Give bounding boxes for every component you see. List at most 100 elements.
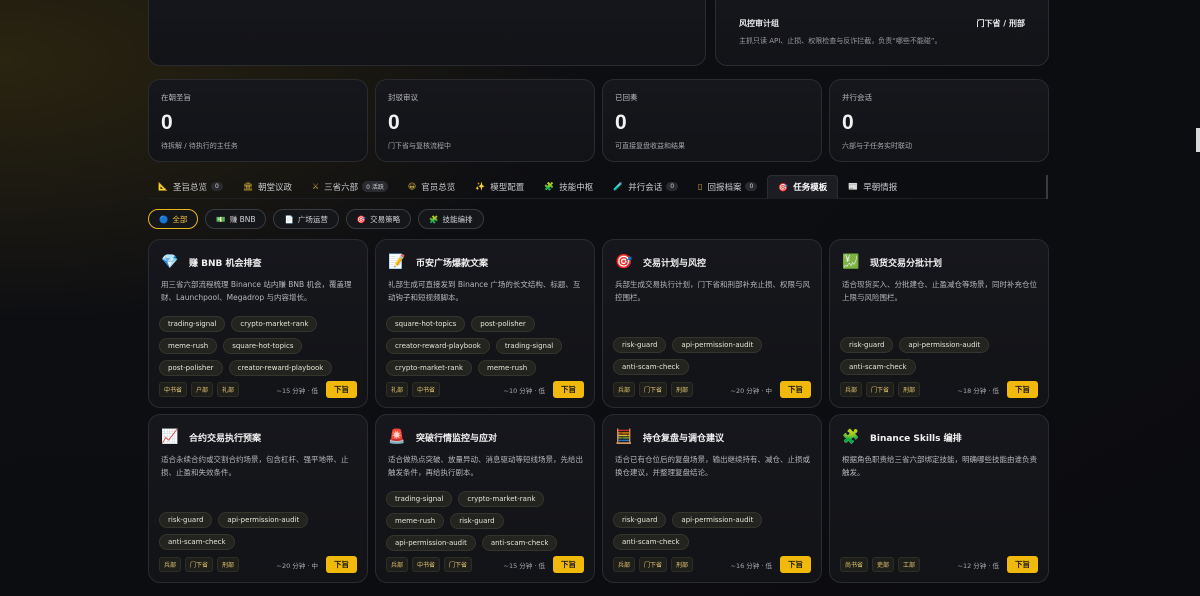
skill-tag: risk-guard <box>159 512 213 528</box>
stat-card-review: 封驳审议 0 门下省与复核流程中 <box>375 79 595 162</box>
stat-label: 并行会话 <box>842 93 872 102</box>
dept-tag: 吏部 <box>872 557 895 572</box>
template-card: 📝 币安广场爆款文案 礼部生成可直接发到 Binance 广场的长文结构、标题、… <box>375 239 595 408</box>
tab-label: 并行会话 <box>628 182 663 193</box>
dept-tag: 刑部 <box>217 557 240 572</box>
filter-earn-bnb[interactable]: 💵 赚 BNB <box>205 209 267 229</box>
dot-icon: 🔵 <box>159 214 169 224</box>
skill-tag: api-permission-audit <box>899 337 990 353</box>
card-title: 交易计划与风控 <box>643 258 707 269</box>
stat-desc: 待拆解 / 待执行的主任务 <box>161 142 238 150</box>
skill-tag: anti-scam-check <box>840 359 916 375</box>
tab-sessions[interactable]: 🧪 并行会话 0 <box>603 175 688 199</box>
skill-tag: risk-guard <box>450 513 504 529</box>
skill-tag: square-hot-topics <box>223 338 303 354</box>
tab-label: 任务模板 <box>793 183 828 193</box>
card-footer: 兵部 门下省 刑部 ~18 分钟 · 低 下旨 <box>840 381 1038 398</box>
template-filter-chips: 🔵 全部 💵 赚 BNB 📄 广场运营 🎯 交易策略 🧩 技能编排 <box>148 209 484 229</box>
card-header: 💎 赚 BNB 机会排查 <box>161 254 357 270</box>
card-footer: 兵部 门下省 刑部 ~20 分钟 · 中 下旨 <box>613 381 811 398</box>
stat-card-decrees: 在朝圣旨 0 待拆解 / 待执行的主任务 <box>148 79 368 162</box>
dept-tag: 门下省 <box>185 557 214 572</box>
issue-decree-button[interactable]: 下旨 <box>326 556 357 573</box>
skill-tag: creator-reward-playbook <box>228 360 333 376</box>
dept-tag: 户部 <box>191 382 214 397</box>
stat-desc: 六部与子任务实时联动 <box>842 142 912 150</box>
skill-tags: square-hot-topics post-polisher creator-re… <box>386 316 586 376</box>
filter-trading[interactable]: 🎯 交易策略 <box>345 209 412 229</box>
tab-departments[interactable]: ⚔ 三省六部 0 活跃 <box>302 175 398 199</box>
issue-decree-button[interactable]: 下旨 <box>780 556 811 573</box>
skill-tag: post-polisher <box>471 316 535 332</box>
card-footer: 兵部 门下省 刑部 ~16 分钟 · 低 下旨 <box>613 556 811 573</box>
template-card: 📈 合约交易执行预案 适合永续合约或交割合约场景，包含杠杆、强平地带、止损、止盈… <box>148 414 368 583</box>
tab-badge: 0 活跃 <box>362 181 388 192</box>
card-footer: 中书省 户部 礼部 ~15 分钟 · 低 下旨 <box>159 381 357 398</box>
template-card: 🎯 交易计划与风控 兵部生成交易执行计划，门下省和刑部补充止损、权限与风控围栏。… <box>602 239 822 408</box>
card-meta: ~10 分钟 · 低 <box>503 386 545 395</box>
tab-edicts[interactable]: 📐 圣旨总览 0 <box>148 175 233 199</box>
card-description: 适合已有仓位后的复盘场景，输出继续持有、减仓、止损或换仓建议，并整理复盘结论。 <box>615 455 810 477</box>
stat-card-sessions: 并行会话 0 六部与子任务实时联动 <box>829 79 1049 162</box>
memo-icon: 📝 <box>388 254 406 270</box>
card-description: 适合现货买入、分批建仓、止盈减仓等场景，同时补充仓位上限与风险围栏。 <box>842 280 1037 302</box>
tab-court[interactable]: 🏛 朝堂议政 <box>233 175 302 199</box>
filter-all[interactable]: 🔵 全部 <box>148 209 199 229</box>
issue-decree-button[interactable]: 下旨 <box>1007 556 1038 573</box>
skill-tag: creator-reward-playbook <box>386 338 490 354</box>
issue-decree-button[interactable]: 下旨 <box>326 381 357 398</box>
card-description: 适合做热点突破、放量异动、消息驱动等短线场景，先给出触发条件，再给执行剧本。 <box>388 455 583 477</box>
main-tabs: 📐 圣旨总览 0 🏛 朝堂议政 ⚔ 三省六部 0 活跃 😀 官员总览 ✨ 模型配置 🧩 技能中枢 🧪 并行会话… <box>148 174 1048 199</box>
overview-panel <box>148 0 706 66</box>
dept-tag: 刑部 <box>671 557 694 572</box>
skill-tag: api-permission-audit <box>672 512 763 528</box>
card-meta: ~20 分钟 · 中 <box>276 561 318 570</box>
dept-tag: 刑部 <box>671 382 694 397</box>
archive-icon: ▯ <box>698 182 703 191</box>
dept-tag: 兵部 <box>159 557 182 572</box>
issue-decree-button[interactable]: 下旨 <box>780 381 811 398</box>
document-icon: 📄 <box>284 214 294 224</box>
puzzle-icon: 🧩 <box>429 214 439 224</box>
tab-archive[interactable]: ▯ 回报档案 0 <box>688 175 767 199</box>
tab-badge: 0 <box>210 182 223 191</box>
card-description: 根据角色职责给三省六部绑定技能，明确哪些技能由谁负责触发。 <box>842 455 1037 477</box>
dept-tag: 礼部 <box>386 382 409 397</box>
dept-tag: 中书省 <box>412 382 441 397</box>
card-header: 🧮 持仓复盘与调仓建议 <box>615 429 811 445</box>
card-footer: 礼部 中书省 ~10 分钟 · 低 下旨 <box>386 381 584 398</box>
template-card: 💎 赚 BNB 机会排查 用三省六部流程梳理 Binance 站内赚 BNB 机… <box>148 239 368 408</box>
skill-tag: meme-rush <box>478 360 537 376</box>
skill-tag: meme-rush <box>159 338 218 354</box>
page-scrollbar[interactable] <box>1196 128 1200 152</box>
tab-officials[interactable]: 😀 官员总览 <box>398 175 465 199</box>
filter-skills[interactable]: 🧩 技能编排 <box>418 209 484 229</box>
dept-tag: 兵部 <box>613 382 636 397</box>
tab-intel[interactable]: 📰 早朝情报 <box>838 175 907 199</box>
tab-skills[interactable]: 🧩 技能中枢 <box>534 175 603 199</box>
tab-models[interactable]: ✨ 模型配置 <box>465 175 534 199</box>
issue-decree-button[interactable]: 下旨 <box>553 381 584 398</box>
newspaper-icon: 📰 <box>848 182 859 191</box>
card-title: 现货交易分批计划 <box>870 258 943 269</box>
tab-templates[interactable]: 🎯 任务模板 <box>767 174 839 199</box>
target-icon: 🎯 <box>778 182 789 192</box>
dept-tag: 中书省 <box>159 382 188 397</box>
card-title: 币安广场爆款文案 <box>416 258 489 269</box>
filter-square-ops[interactable]: 📄 广场运营 <box>273 209 339 229</box>
skill-tag: anti-scam-check <box>613 534 689 550</box>
puzzle-icon: 🧩 <box>544 182 555 191</box>
swords-icon: ⚔ <box>311 182 320 191</box>
chip-label: 全部 <box>172 214 188 224</box>
skill-tag: anti-scam-check <box>159 534 235 550</box>
tab-badge: 0 <box>745 182 758 191</box>
card-title: 赚 BNB 机会排查 <box>189 258 262 269</box>
tab-label: 模型配置 <box>490 182 525 193</box>
card-footer: 兵部 中书省 门下省 ~15 分钟 · 低 下旨 <box>386 556 584 573</box>
template-card: 🧩 Binance Skills 编排 根据角色职责给三省六部绑定技能，明确哪些… <box>829 414 1049 583</box>
skill-tags: trading-signal crypto-market-rank meme-rus… <box>159 316 359 376</box>
template-card: 🚨 突破行情监控与应对 适合做热点突破、放量异动、消息驱动等短线场景，先给出触发… <box>375 414 595 583</box>
issue-decree-button[interactable]: 下旨 <box>1007 381 1038 398</box>
template-card: 💹 现货交易分批计划 适合现货买入、分批建仓、止盈减仓等场景，同时补充仓位上限与… <box>829 239 1049 408</box>
issue-decree-button[interactable]: 下旨 <box>553 556 584 573</box>
